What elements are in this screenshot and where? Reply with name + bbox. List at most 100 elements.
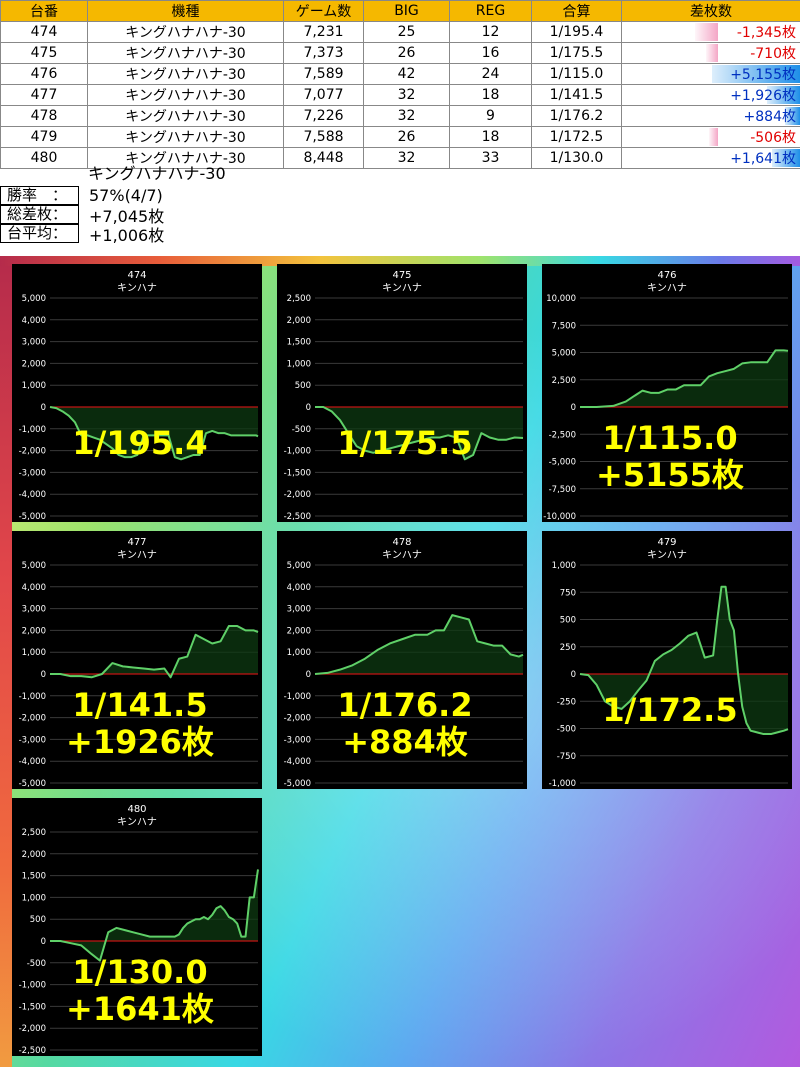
overlay-label: 1/115.0	[602, 419, 737, 457]
cell-unit: 480	[0, 147, 88, 169]
y-tick-label: 750	[560, 588, 576, 598]
table-row: 474 キングハナハナ-30 7,231 25 12 1/195.4 -1,345枚	[0, 21, 800, 43]
y-tick-label: -250	[557, 697, 576, 707]
cell-big: 26	[363, 42, 450, 64]
avg-diff-label: 台平均：	[0, 224, 79, 243]
chart-title: 475	[392, 270, 411, 281]
y-tick-label: 4,000	[287, 583, 311, 593]
chart-subtitle: キンハナ	[117, 282, 157, 294]
y-tick-label: 1,000	[22, 648, 46, 658]
cell-reg: 18	[449, 84, 532, 106]
chart-gallery: 474 キンハナ 5,000 4,000 3,000 2,000 1,000 0 -1,000-…	[0, 256, 800, 1067]
table-header-row: 台番 機種 ゲーム数 BIG REG 合算 差枚数	[0, 0, 800, 22]
y-tick-label: -2,000	[19, 1024, 46, 1034]
cell-games: 7,077	[283, 84, 364, 106]
chart-panel-475: 475 キンハナ 2,500 2,000 1,500 1,000 500 0 -500 -1,00…	[277, 264, 527, 522]
cell-big: 32	[363, 147, 450, 169]
y-tick-label: -2,500	[19, 1046, 46, 1056]
y-tick-label: 0	[41, 670, 46, 680]
results-table: 台番 機種 ゲーム数 BIG REG 合算 差枚数 474 キングハナハナ-30 7…	[0, 0, 800, 169]
cell-model: キングハナハナ-30	[87, 105, 284, 127]
cell-unit: 476	[0, 63, 88, 85]
y-tick-label: -500	[27, 959, 46, 969]
y-tick-label: 5,000	[287, 561, 311, 571]
chart-subtitle: キンハナ	[382, 549, 422, 561]
cell-diff: +884枚	[621, 105, 800, 127]
y-tick-label: -2,000	[19, 447, 46, 457]
y-tick-label: 0	[306, 403, 311, 413]
y-tick-label: -4,000	[19, 490, 46, 500]
cell-combined: 1/141.5	[531, 84, 622, 106]
y-tick-label: 1,000	[22, 381, 46, 391]
y-tick-label: -1,000	[19, 425, 46, 435]
header-model: 機種	[87, 0, 284, 22]
cell-combined: 1/175.5	[531, 42, 622, 64]
y-tick-label: -1,500	[284, 468, 311, 478]
header-big: BIG	[363, 0, 450, 22]
cell-diff: -1,345枚	[621, 21, 800, 43]
y-tick-label: -5,000	[19, 512, 46, 522]
y-tick-label: 4,000	[22, 583, 46, 593]
cell-model: キングハナハナ-30	[87, 63, 284, 85]
table-row: 479 キングハナハナ-30 7,588 26 18 1/172.5 -506枚	[0, 126, 800, 148]
y-tick-label: -1,500	[19, 1002, 46, 1012]
y-tick-label: -1,000	[549, 779, 576, 789]
y-tick-label: -750	[557, 752, 576, 762]
overlay-label: 1/176.2	[337, 686, 472, 724]
chart-subtitle: キンハナ	[647, 282, 687, 294]
diff-value: +1,926枚	[730, 88, 796, 104]
diff-value: +5,155枚	[730, 67, 796, 83]
chart-svg: 474キンハナ 5,000 4,000 3,000 2,000 1,000 0 -1,000 -…	[19, 270, 259, 522]
overlay-label: +884枚	[342, 723, 468, 761]
y-tick-label: 3,000	[22, 605, 46, 615]
header-games: ゲーム数	[283, 0, 364, 22]
cell-combined: 1/195.4	[531, 21, 622, 43]
y-tick-label: 0	[571, 403, 576, 413]
y-tick-label: -2,000	[284, 714, 311, 724]
diff-value: -1,345枚	[736, 25, 796, 41]
avg-diff-value: +1,006枚	[89, 225, 165, 245]
chart-svg: 480キンハナ 2,500 2,000 1,500 1,000 500 0 -500 -1,00…	[19, 804, 259, 1056]
cell-combined: 1/176.2	[531, 105, 622, 127]
y-tick-label: 3,000	[22, 338, 46, 348]
cell-unit: 475	[0, 42, 88, 64]
y-tick-label: -2,500	[284, 512, 311, 522]
chart-svg: 477キンハナ 5,000 4,000 3,000 2,000 1,000 0 -1,000 -…	[19, 537, 259, 789]
cell-reg: 16	[449, 42, 532, 64]
diff-bar	[706, 44, 718, 62]
diff-value: +1,641枚	[730, 151, 796, 167]
diff-value: -710枚	[750, 46, 796, 62]
overlay-label: 1/175.5	[337, 424, 472, 462]
cell-diff: -506枚	[621, 126, 800, 148]
y-tick-label: 2,000	[287, 316, 311, 326]
y-tick-label: -5,000	[549, 458, 576, 468]
cell-diff: +1,641枚	[621, 147, 800, 169]
cell-diff: +5,155枚	[621, 63, 800, 85]
y-tick-label: 2,000	[287, 626, 311, 636]
chart-panel-479: 479 キンハナ 1,000 750 500 250 0 -250 -500 -750 -1,000…	[542, 531, 792, 789]
y-tick-label: -1,000	[284, 447, 311, 457]
header-reg: REG	[449, 0, 532, 22]
chart-subtitle: キンハナ	[117, 816, 157, 828]
cell-reg: 12	[449, 21, 532, 43]
chart-panel-474: 474 キンハナ 5,000 4,000 3,000 2,000 1,000 0 -1,000 -…	[12, 264, 262, 522]
y-tick-label: -3,000	[19, 735, 46, 745]
y-tick-label: 500	[560, 616, 576, 626]
diff-value: -506枚	[750, 130, 796, 146]
chart-title: 474	[127, 270, 146, 281]
chart-svg: 476キンハナ 10,000 7,500 5,000 2,500 0 -2,500 -5,00…	[543, 270, 789, 522]
y-tick-label: -500	[557, 725, 576, 735]
cell-games: 8,448	[283, 147, 364, 169]
table-row: 477 キングハナハナ-30 7,077 32 18 1/141.5 +1,926枚	[0, 84, 800, 106]
y-tick-label: -5,000	[19, 779, 46, 789]
summary-block: 勝率 ： 57%(4/7) 総差枚： +7,045枚 台平均： +1,006枚	[0, 186, 165, 245]
y-tick-label: 0	[571, 670, 576, 680]
overlay-label: +1926枚	[66, 723, 214, 761]
cell-unit: 478	[0, 105, 88, 127]
cell-reg: 33	[449, 147, 532, 169]
cell-reg: 9	[449, 105, 532, 127]
diff-value: +884枚	[743, 109, 796, 125]
y-tick-label: 500	[30, 915, 46, 925]
y-tick-label: 2,500	[22, 828, 46, 838]
chart-svg: 479キンハナ 1,000 750 500 250 0 -250 -500 -750 -1,000…	[549, 537, 789, 789]
